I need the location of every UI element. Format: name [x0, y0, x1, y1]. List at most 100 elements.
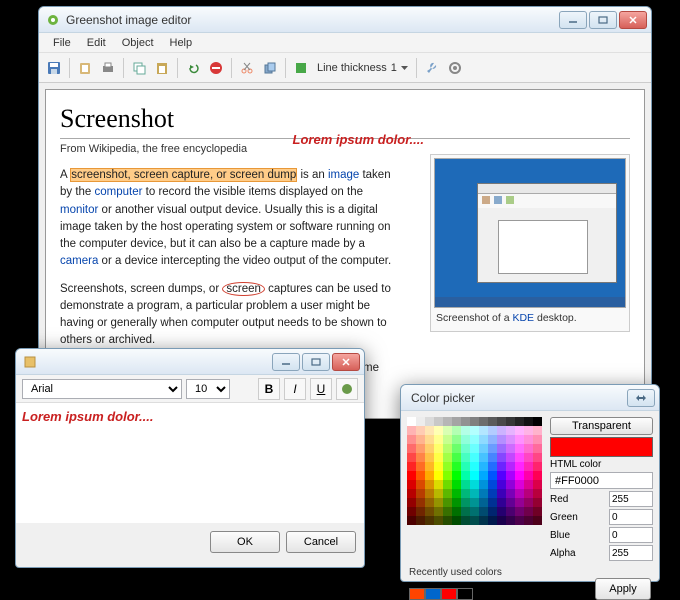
link-camera[interactable]: camera: [60, 255, 98, 267]
color-cell[interactable]: [470, 435, 479, 444]
color-cell[interactable]: [407, 417, 416, 426]
color-cell[interactable]: [470, 471, 479, 480]
texted-minimize-button[interactable]: [272, 353, 300, 371]
color-cell[interactable]: [506, 471, 515, 480]
color-cell[interactable]: [434, 471, 443, 480]
color-cell[interactable]: [524, 435, 533, 444]
color-cell[interactable]: [434, 516, 443, 525]
color-cell[interactable]: [452, 426, 461, 435]
color-cell[interactable]: [515, 426, 524, 435]
color-cell[interactable]: [470, 444, 479, 453]
color-grid[interactable]: [407, 417, 542, 525]
color-cell[interactable]: [470, 498, 479, 507]
menu-file[interactable]: File: [45, 35, 79, 51]
text-color-button[interactable]: [336, 378, 358, 400]
color-cell[interactable]: [470, 489, 479, 498]
clipboard-icon[interactable]: [74, 57, 96, 79]
color-cell[interactable]: [434, 435, 443, 444]
color-cell[interactable]: [488, 426, 497, 435]
color-cell[interactable]: [407, 426, 416, 435]
color-cell[interactable]: [470, 417, 479, 426]
apply-button[interactable]: Apply: [595, 578, 651, 600]
font-family-select[interactable]: Arial: [22, 379, 182, 399]
color-cell[interactable]: [407, 471, 416, 480]
color-cell[interactable]: [488, 489, 497, 498]
color-cell[interactable]: [497, 489, 506, 498]
color-cell[interactable]: [443, 444, 452, 453]
color-cell[interactable]: [497, 444, 506, 453]
color-cell[interactable]: [425, 462, 434, 471]
link-image[interactable]: image: [328, 169, 359, 181]
recent-color[interactable]: [441, 588, 457, 600]
close-button[interactable]: [619, 11, 647, 29]
color-cell[interactable]: [407, 498, 416, 507]
red-input[interactable]: [609, 491, 653, 507]
color-cell[interactable]: [461, 453, 470, 462]
color-cell[interactable]: [461, 444, 470, 453]
color-cell[interactable]: [434, 498, 443, 507]
alpha-input[interactable]: [609, 545, 653, 561]
color-cell[interactable]: [425, 471, 434, 480]
color-cell[interactable]: [533, 417, 542, 426]
color-cell[interactable]: [497, 498, 506, 507]
recent-color[interactable]: [457, 588, 473, 600]
color-cell[interactable]: [533, 498, 542, 507]
link-kde[interactable]: KDE: [512, 312, 534, 324]
color-cell[interactable]: [488, 435, 497, 444]
color-cell[interactable]: [515, 435, 524, 444]
color-cell[interactable]: [515, 498, 524, 507]
color-cell[interactable]: [470, 426, 479, 435]
color-cell[interactable]: [434, 462, 443, 471]
color-cell[interactable]: [533, 444, 542, 453]
link-computer[interactable]: computer: [95, 186, 143, 198]
color-cell[interactable]: [515, 489, 524, 498]
color-cell[interactable]: [461, 516, 470, 525]
color-cell[interactable]: [425, 453, 434, 462]
color-cell[interactable]: [461, 507, 470, 516]
color-cell[interactable]: [515, 471, 524, 480]
color-cell[interactable]: [434, 480, 443, 489]
color-cell[interactable]: [515, 507, 524, 516]
color-cell[interactable]: [497, 417, 506, 426]
color-cell[interactable]: [452, 507, 461, 516]
minimize-button[interactable]: [559, 11, 587, 29]
color-cell[interactable]: [416, 435, 425, 444]
color-cell[interactable]: [416, 417, 425, 426]
color-cell[interactable]: [524, 498, 533, 507]
color-cell[interactable]: [443, 507, 452, 516]
text-area[interactable]: Lorem ipsum dolor....: [16, 403, 364, 523]
color-cell[interactable]: [488, 507, 497, 516]
underline-button[interactable]: U: [310, 378, 332, 400]
html-color-input[interactable]: [550, 472, 653, 489]
color-cell[interactable]: [461, 426, 470, 435]
color-cell[interactable]: [470, 462, 479, 471]
color-cell[interactable]: [506, 480, 515, 489]
bold-button[interactable]: B: [258, 378, 280, 400]
recent-colors-bar[interactable]: [409, 588, 473, 600]
link-monitor[interactable]: monitor: [60, 204, 98, 216]
color-cell[interactable]: [533, 489, 542, 498]
color-cell[interactable]: [488, 462, 497, 471]
color-cell[interactable]: [524, 453, 533, 462]
color-cell[interactable]: [407, 489, 416, 498]
color-cell[interactable]: [497, 480, 506, 489]
color-cell[interactable]: [479, 516, 488, 525]
color-cell[interactable]: [497, 471, 506, 480]
color-cell[interactable]: [497, 507, 506, 516]
color-cell[interactable]: [407, 462, 416, 471]
color-cell[interactable]: [452, 453, 461, 462]
color-cell[interactable]: [524, 426, 533, 435]
colpick-titlebar[interactable]: Color picker: [401, 385, 659, 411]
color-cell[interactable]: [479, 417, 488, 426]
line-thickness-dropdown[interactable]: Line thickness 1: [313, 62, 412, 74]
color-cell[interactable]: [425, 444, 434, 453]
color-cell[interactable]: [506, 462, 515, 471]
color-cell[interactable]: [461, 480, 470, 489]
texted-maximize-button[interactable]: [302, 353, 330, 371]
color-cell[interactable]: [434, 453, 443, 462]
color-cell[interactable]: [452, 498, 461, 507]
color-cell[interactable]: [443, 498, 452, 507]
color-cell[interactable]: [524, 507, 533, 516]
color-cell[interactable]: [407, 516, 416, 525]
color-cell[interactable]: [425, 516, 434, 525]
